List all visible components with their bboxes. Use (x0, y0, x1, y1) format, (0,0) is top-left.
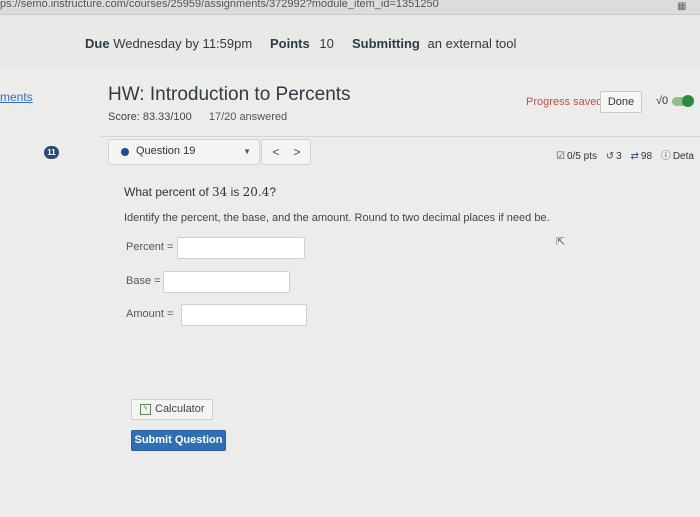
calculator-label: Calculator (155, 403, 205, 415)
percent-input[interactable] (177, 237, 305, 259)
calculator-icon: ✎ (140, 404, 151, 415)
answered-count: 17/20 answered (208, 111, 288, 123)
percent-row: Percent = (126, 241, 173, 253)
amount-row: Amount = (126, 308, 173, 320)
question-selector-label: Question 19 (136, 145, 196, 157)
prompt-mid: is (227, 185, 243, 199)
calculator-button[interactable]: ✎ Calculator (131, 399, 213, 420)
base-input[interactable] (163, 271, 290, 293)
assignment-info-bar: Due Wednesday by 11:59pm Points 10 Submi… (0, 22, 700, 66)
mouse-cursor-icon: ⇱ (556, 236, 566, 248)
math-entry-toggle[interactable] (672, 95, 694, 107)
amount-label: Amount = (126, 308, 174, 320)
question-selector[interactable]: Question 19 ▼ (108, 139, 260, 165)
base-row: Base = (126, 275, 161, 287)
tab-grid-icon[interactable]: ▦ (677, 1, 688, 12)
math-entry-toggle-label: √0 (656, 95, 669, 107)
checkbox-pencil-icon: ☑ (556, 151, 565, 162)
question-instructions: Identify the percent, the base, and the … (124, 212, 550, 224)
points-label: Points (270, 36, 310, 51)
due-label: Due (85, 36, 110, 51)
divider (100, 136, 700, 137)
chevron-down-icon: ▼ (243, 147, 251, 156)
score-line: Score: 83.33/100 17/20 answered (108, 111, 287, 123)
question-status-dot-icon (121, 148, 129, 156)
score-text: Score: 83.33/100 (108, 111, 192, 123)
done-button[interactable]: Done (600, 91, 642, 113)
percent-label: Percent = (126, 241, 174, 253)
page-title: HW: Introduction to Percents (108, 84, 351, 105)
retry-icon: ↺ (605, 151, 615, 162)
attempts-count: 98 (640, 151, 653, 162)
notification-badge[interactable]: 11 (44, 146, 59, 159)
due-date: Due Wednesday by 11:59pm (85, 36, 252, 51)
url-text[interactable]: ps://semo.instructure.com/courses/25959/… (0, 0, 439, 10)
toggle-knob (682, 95, 694, 107)
next-question-button[interactable]: > (288, 143, 306, 161)
due-value: Wednesday by 11:59pm (113, 36, 253, 51)
points-earned: 0/5 pts (566, 151, 597, 162)
sidebar-modules-link[interactable]: ments (0, 90, 33, 104)
browser-url-bar[interactable]: ps://semo.instructure.com/courses/25959/… (0, 0, 700, 15)
previous-question-button[interactable]: < (267, 143, 285, 161)
question-prompt: What percent of 34 is 20.4? (124, 185, 276, 199)
question-meta: ☑ 0/5 pts ↺ 3 ⇄ 98 ⓘ Deta (556, 147, 696, 162)
points: Points 10 (270, 36, 334, 51)
retries-count: 3 (616, 151, 622, 162)
progress-status: Progress saved (526, 96, 603, 108)
points-value: 10 (319, 36, 334, 51)
question-nav-buttons: < > (261, 139, 311, 165)
amount-input[interactable] (181, 304, 307, 326)
submit-question-button[interactable]: Submit Question (131, 430, 226, 451)
prompt-suffix: ? (269, 185, 277, 199)
submitting: Submitting an external tool (352, 36, 516, 51)
prompt-number-2: 20.4 (242, 185, 270, 199)
submitting-value: an external tool (427, 36, 517, 51)
info-icon[interactable]: ⓘ (661, 151, 671, 162)
attempts-icon: ⇄ (630, 151, 639, 162)
prompt-number-1: 34 (212, 185, 228, 199)
base-label: Base = (126, 275, 161, 287)
details-link[interactable]: Deta (673, 151, 694, 162)
prompt-prefix: What percent of (124, 185, 213, 199)
submitting-label: Submitting (352, 36, 420, 51)
